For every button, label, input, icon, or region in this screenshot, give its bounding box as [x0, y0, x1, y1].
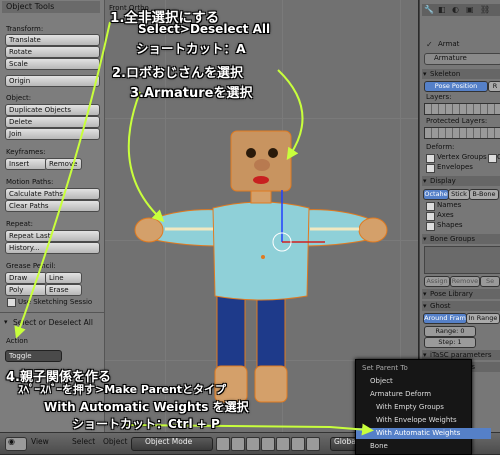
annotation-step4-line2: ｽﾍﾟｰｽﾊﾞｰを押す>Make Parentとタイプ: [18, 383, 227, 396]
annotation-step3: 3.Armatureを選択: [130, 86, 253, 101]
annotation-step1-menu: Select>Deselect All: [138, 22, 271, 36]
arrow-to-robot-head: [277, 69, 304, 160]
annotation-step4-shortcut: ショートカット：Ctrl + P: [72, 417, 220, 431]
annotation-step4-line3: With Automatic Weights を選択: [44, 400, 249, 414]
annotation-step1-shortcut: ショートカット：A: [136, 41, 246, 56]
arrow-to-armature: [127, 91, 165, 223]
arrow-to-operator-panel: [14, 21, 111, 339]
annotation-step2: 2.ロボおじさんを選択: [112, 66, 243, 81]
